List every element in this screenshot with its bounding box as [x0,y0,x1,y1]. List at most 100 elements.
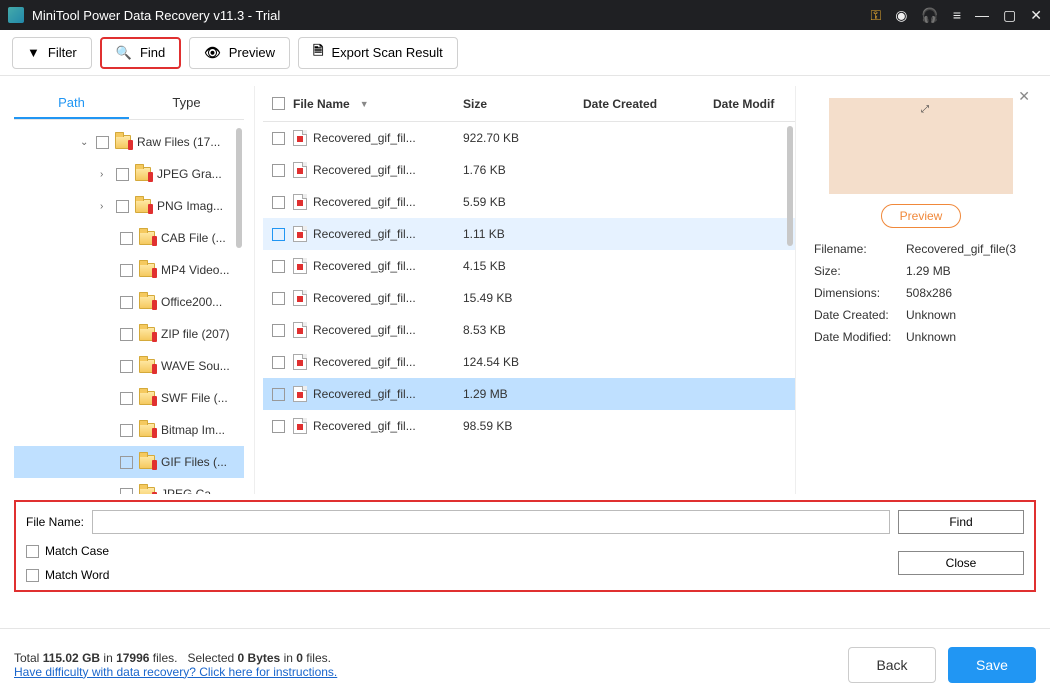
maximize-icon[interactable]: ▢ [1003,7,1016,24]
save-button[interactable]: Save [948,647,1036,683]
globe-icon[interactable]: ◉ [895,7,907,24]
row-checkbox[interactable] [272,356,285,369]
preview-panel: ✕ Preview Filename:Recovered_gif_file(3 … [806,86,1036,494]
col-modified[interactable]: Date Modif [713,97,793,111]
folder-icon [139,327,155,341]
main-area: Path Type ⌄Raw Files (17...›JPEG Gra...›… [0,76,1050,494]
tree-checkbox[interactable] [116,168,129,181]
match-word-checkbox[interactable]: Match Word [26,568,109,582]
expand-icon[interactable]: › [100,201,112,212]
filter-button[interactable]: ▼ Filter [12,37,92,69]
preview-open-button[interactable]: Preview [881,204,962,228]
tab-type[interactable]: Type [129,86,244,119]
file-row[interactable]: Recovered_gif_fil... 8.53 KB [263,314,795,346]
file-name: Recovered_gif_fil... [313,291,416,305]
tab-path[interactable]: Path [14,86,129,119]
file-size: 8.53 KB [463,323,583,337]
file-row[interactable]: Recovered_gif_fil...1.11 KB [263,218,795,250]
tree-label: CAB File (... [161,231,226,245]
tree-checkbox[interactable] [120,488,133,495]
tree-checkbox[interactable] [120,360,133,373]
col-size[interactable]: Size [463,97,583,111]
eye-icon: 👁 [204,45,221,61]
row-checkbox[interactable] [272,292,285,305]
tree-item[interactable]: WAVE Sou... [14,350,244,382]
tree-checkbox[interactable] [120,328,133,341]
minimize-icon[interactable]: — [975,7,989,23]
find-execute-button[interactable]: Find [898,510,1024,534]
find-close-button[interactable]: Close [898,551,1024,575]
row-checkbox[interactable] [272,132,285,145]
key-icon[interactable]: ⚿ [871,7,882,24]
file-row[interactable]: Recovered_gif_fil...98.59 KB [263,410,795,442]
tree-checkbox[interactable] [120,296,133,309]
tree-checkbox[interactable] [116,200,129,213]
row-checkbox[interactable] [272,324,285,337]
tree-checkbox[interactable] [120,232,133,245]
search-icon: 🔍 [116,45,132,61]
file-row[interactable]: Recovered_gif_fil...5.59 KB [263,186,795,218]
find-input[interactable] [92,510,890,534]
toolbar: ▼ Filter 🔍 Find 👁 Preview 🗎 Export Scan … [0,30,1050,76]
filelist-scrollbar[interactable] [787,126,793,246]
folder-icon [135,199,151,213]
file-row[interactable]: Recovered_gif_fil...1.29 MB [263,378,795,410]
tree-checkbox[interactable] [120,392,133,405]
tree-item[interactable]: ›PNG Imag... [14,190,244,222]
tree-item[interactable]: JPEG Ca... [14,478,244,494]
expand-icon[interactable]: › [100,169,112,180]
close-icon[interactable]: ✕ [1030,7,1042,24]
row-checkbox[interactable] [272,420,285,433]
file-name: Recovered_gif_fil... [313,323,416,337]
filter-icon: ▼ [27,45,40,60]
row-checkbox[interactable] [272,260,285,273]
tree-label: JPEG Gra... [157,167,222,181]
find-button[interactable]: 🔍 Find [100,37,181,69]
tree-scrollbar[interactable] [236,128,242,248]
file-row[interactable]: Recovered_gif_fil...4.15 KB [263,250,795,282]
tree-label: GIF Files (... [161,455,227,469]
footer: Total 115.02 GB in 17996 files. Selected… [0,628,1050,700]
tree-item[interactable]: Bitmap Im... [14,414,244,446]
preview-close-icon[interactable]: ✕ [1018,88,1030,105]
file-name: Recovered_gif_fil... [313,131,416,145]
tree-item[interactable]: Office200... [14,286,244,318]
tree-item[interactable]: SWF File (... [14,382,244,414]
tree[interactable]: ⌄Raw Files (17... › JPEG Gra... ›PNG Imag..… [14,120,244,494]
tree-item[interactable]: MP4 Video... [14,254,244,286]
tree-checkbox[interactable] [120,424,133,437]
tree-item[interactable]: ZIP file (207) [14,318,244,350]
meta-created: Unknown [906,308,1028,322]
tree-item[interactable]: ⌄Raw Files (17... [14,126,244,158]
back-button[interactable]: Back [848,647,936,683]
tree-item[interactable]: › JPEG Gra... [14,158,244,190]
footer-stats: Total 115.02 GB in 17996 files. Selected… [14,651,337,665]
file-row[interactable]: Recovered_gif_fil...1.76 KB [263,154,795,186]
preview-button[interactable]: 👁 Preview [189,37,290,69]
menu-icon[interactable]: ≡ [953,7,961,23]
export-button[interactable]: 🗎 Export Scan Result [298,37,458,69]
headset-icon[interactable]: 🎧 [921,7,938,24]
row-checkbox[interactable] [272,388,285,401]
file-size: 98.59 KB [463,419,583,433]
row-checkbox[interactable] [272,228,285,241]
tree-item[interactable]: GIF Files (... [14,446,244,478]
preview-meta: Filename:Recovered_gif_file(3 Size:1.29 … [814,242,1028,344]
help-link[interactable]: Have difficulty with data recovery? Clic… [14,665,337,679]
col-filename[interactable]: File Name▼ [293,97,463,111]
file-row[interactable]: Recovered_gif_fil...922.70 KB [263,122,795,154]
tree-item[interactable]: CAB File (... [14,222,244,254]
row-checkbox[interactable] [272,164,285,177]
select-all-checkbox[interactable] [272,97,285,110]
tree-checkbox[interactable] [120,264,133,277]
expand-icon[interactable]: ⌄ [80,137,92,148]
file-row[interactable]: Recovered_gif_fil...124.54 KB [263,346,795,378]
match-case-checkbox[interactable]: Match Case [26,544,109,558]
tree-checkbox[interactable] [96,136,109,149]
col-created[interactable]: Date Created [583,97,713,111]
file-icon [293,322,307,338]
row-checkbox[interactable] [272,196,285,209]
tree-checkbox[interactable] [120,456,133,469]
file-row[interactable]: Recovered_gif_fil...15.49 KB [263,282,795,314]
folder-icon [139,423,155,437]
